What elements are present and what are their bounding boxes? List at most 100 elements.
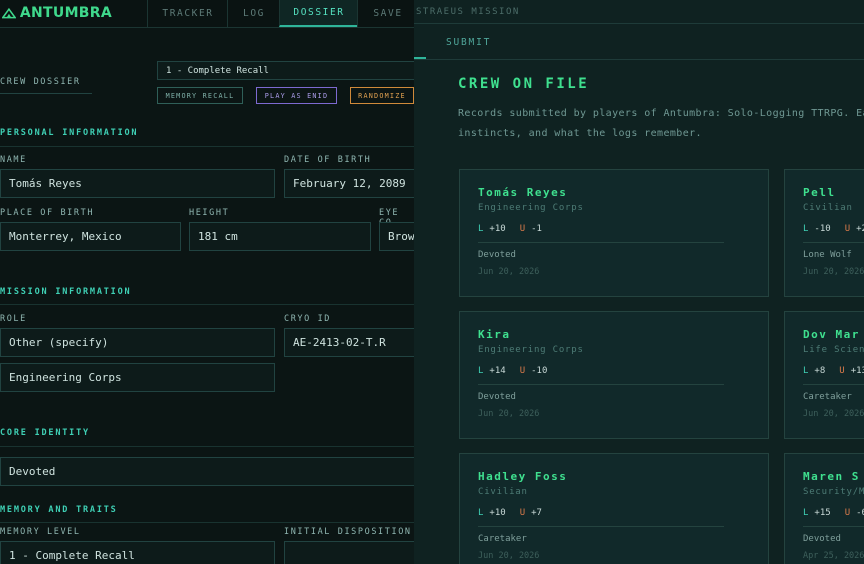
u-stat-value: +13 — [850, 366, 864, 376]
cryo-id-label: CRYO ID — [284, 314, 332, 324]
l-stat-label: L — [478, 224, 484, 234]
l-stat-label: L — [478, 366, 484, 376]
tab-submit[interactable]: SUBMIT — [414, 25, 544, 59]
crew-date: Jun 20, 2026 — [478, 409, 540, 419]
card-divider — [803, 526, 864, 527]
l-stat-value: +10 — [489, 508, 506, 518]
u-stat-label: U — [839, 366, 845, 376]
pob-label: PLACE OF BIRTH — [0, 208, 95, 218]
dossier-underline — [0, 93, 92, 94]
u-stat-label: U — [519, 508, 526, 518]
l-stat-value: +14 — [489, 366, 506, 376]
crew-department: Engineering Corps — [478, 203, 584, 213]
l-stat-label: L — [803, 508, 809, 518]
crew-description-line: Records submitted by players of Antumbra… — [458, 108, 864, 119]
memory-level-label: MEMORY LEVEL — [0, 527, 81, 537]
dob-field[interactable]: February 12, 2089 — [284, 169, 414, 198]
crew-card[interactable]: Pell Civilian L -10 U +2 Lone Wolf Jun 20,… — [784, 169, 864, 297]
crew-name: Pell — [803, 186, 836, 199]
divider — [0, 146, 414, 147]
crew-trait: Caretaker — [478, 534, 527, 544]
memory-level-field[interactable]: 1 - Complete Recall — [0, 541, 275, 564]
tab-log[interactable]: LOG — [227, 0, 280, 27]
crew-card[interactable]: Kira Engineering Corps L +14 U -10 Devoted… — [459, 311, 769, 439]
dob-label: DATE OF BIRTH — [284, 155, 372, 165]
divider — [0, 446, 414, 447]
divider — [0, 304, 414, 305]
brand[interactable]: ANTUMBRA — [0, 0, 112, 26]
crew-date: Jun 20, 2026 — [478, 267, 540, 277]
submit-bar: SUBMIT — [414, 25, 864, 60]
l-stat-value: +10 — [489, 224, 506, 234]
mission-header: STRAEUS MISSION — [414, 0, 864, 24]
crew-date: Apr 25, 2026 — [803, 551, 864, 561]
u-stat-value: -1 — [531, 224, 542, 234]
crew-trait: Devoted — [803, 534, 841, 544]
name-field[interactable]: Tomás Reyes — [0, 169, 275, 198]
l-stat-label: L — [803, 224, 809, 234]
crew-trait: Lone Wolf — [803, 250, 852, 260]
u-stat-value: +2 — [856, 224, 864, 234]
pob-field[interactable]: Monterrey, Mexico — [0, 222, 181, 251]
core-identity-heading: CORE IDENTITY — [0, 428, 90, 438]
height-label: HEIGHT — [189, 208, 230, 218]
card-divider — [478, 384, 724, 385]
top-nav: ANTUMBRA TRACKER LOG DOSSIER SAVE — [0, 0, 414, 28]
card-divider — [803, 242, 864, 243]
play-as-enid-button[interactable]: PLAY AS ENID — [256, 87, 337, 104]
crew-panel: STRAEUS MISSION SUBMIT CREW ON FILE Reco… — [414, 0, 864, 564]
card-divider — [478, 526, 724, 527]
crew-date: Jun 20, 2026 — [803, 409, 864, 419]
crew-department: Civilian — [478, 487, 528, 497]
crew-stats: L +8 U +13 — [803, 366, 864, 376]
l-stat-value: -10 — [814, 224, 831, 234]
crew-department: Engineering Corps — [478, 345, 584, 355]
crew-stats: L +10 U +7 — [478, 508, 542, 518]
crew-department: Life Scien — [803, 345, 864, 355]
crew-date: Jun 20, 2026 — [803, 267, 864, 277]
card-divider — [478, 242, 724, 243]
crew-description: Records submitted by players of Antumbra… — [458, 104, 864, 144]
crew-trait: Devoted — [478, 250, 516, 260]
name-label: NAME — [0, 155, 27, 165]
crew-card[interactable]: Hadley Foss Civilian L +10 U +7 Caretaker … — [459, 453, 769, 564]
mission-information-heading: MISSION INFORMATION — [0, 287, 132, 297]
u-stat-label: U — [519, 366, 526, 376]
crew-card[interactable]: Tomás Reyes Engineering Corps L +10 U -1 D… — [459, 169, 769, 297]
memory-recall-button[interactable]: MEMORY RECALL — [157, 87, 243, 104]
crew-name: Tomás Reyes — [478, 186, 568, 199]
crew-trait: Devoted — [478, 392, 516, 402]
eye-color-field[interactable]: Brow — [379, 222, 414, 251]
height-field[interactable]: 181 cm — [189, 222, 371, 251]
crew-stats: L +14 U -10 — [478, 366, 547, 376]
crew-on-file-title: CREW ON FILE — [458, 76, 590, 92]
card-divider — [803, 384, 864, 385]
crew-name: Maren S — [803, 470, 860, 483]
crew-name: Kira — [478, 328, 511, 341]
crew-name: Hadley Foss — [478, 470, 568, 483]
crew-stats: L +10 U -1 — [478, 224, 542, 234]
crew-stats: L -10 U +2 — [803, 224, 864, 234]
initial-disposition-field[interactable] — [284, 541, 414, 564]
l-stat-value: +8 — [814, 366, 826, 376]
tab-save[interactable]: SAVE — [357, 0, 414, 27]
role-label: ROLE — [0, 314, 27, 324]
core-identity-select[interactable]: Devoted — [0, 457, 414, 486]
crew-card[interactable]: Maren S Security/M L +15 U -6 Devoted Apr … — [784, 453, 864, 564]
tab-dossier[interactable]: DOSSIER — [279, 0, 358, 27]
cryo-id-field[interactable]: AE-2413-02-T.R — [284, 328, 414, 357]
u-stat-value: +7 — [531, 508, 542, 518]
memory-level-select[interactable]: 1 - Complete Recall — [157, 61, 414, 80]
role-specify-field[interactable]: Engineering Corps — [0, 363, 275, 392]
u-stat-label: U — [844, 224, 851, 234]
tab-tracker[interactable]: TRACKER — [147, 0, 228, 27]
mountain-logo-icon — [2, 7, 16, 19]
l-stat-value: +15 — [814, 508, 831, 518]
crew-department: Civilian — [803, 203, 853, 213]
role-select[interactable]: Other (specify) — [0, 328, 275, 357]
crew-stats: L +15 U -6 — [803, 508, 864, 518]
l-stat-label: L — [478, 508, 484, 518]
crew-card[interactable]: Dov Mar Life Scien L +8 U +13 Caretaker Ju… — [784, 311, 864, 439]
randomize-button[interactable]: RANDOMIZE — [350, 87, 414, 104]
crew-trait: Caretaker — [803, 392, 852, 402]
